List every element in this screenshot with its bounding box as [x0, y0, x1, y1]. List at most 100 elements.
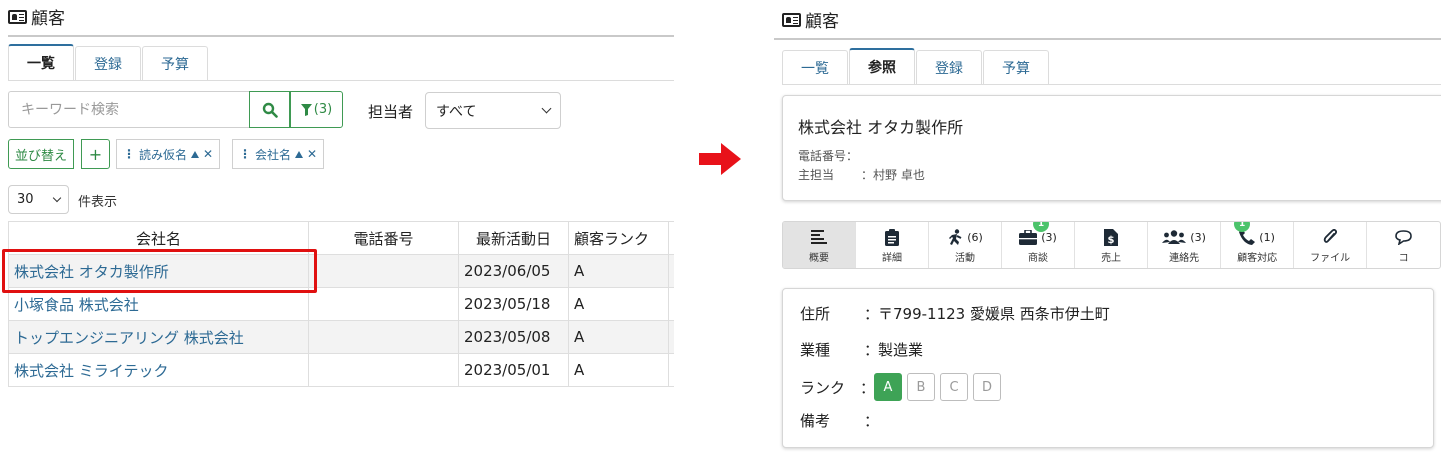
section-label: コ — [1398, 253, 1409, 264]
address-label: 住所 — [800, 305, 831, 323]
rank-option-a[interactable]: A — [874, 373, 902, 401]
page-title: 顧客 — [8, 4, 65, 29]
owner-label: 主担当 — [798, 168, 835, 182]
sort-chip-label: 読み仮名 — [139, 147, 188, 162]
chevron-down-icon — [541, 103, 552, 114]
sort-button[interactable]: 並び替え — [8, 139, 75, 169]
page-title-text: 顧客 — [31, 9, 65, 29]
section-activity[interactable]: (6) 活動 — [929, 222, 1003, 268]
page-title-text: 顧客 — [805, 12, 839, 32]
date-cell: 2023/05/18 — [458, 287, 569, 321]
tab-register[interactable]: 登録 — [916, 50, 982, 84]
colon: ： — [864, 412, 880, 430]
filter-icon — [300, 103, 312, 116]
owner-select-value: すべて — [436, 103, 477, 120]
rank-label: ランク — [800, 378, 846, 397]
table-row[interactable]: 株式会社 ミライテック 2023/05/01 A — [8, 353, 674, 387]
customer-table: 会社名 電話番号 最新活動日 顧客ランク 株式会社 オタカ製作所 2023/06… — [8, 221, 674, 387]
briefcase-icon — [1019, 229, 1038, 245]
section-contacts[interactable]: (3) 連絡先 — [1148, 222, 1222, 268]
drag-handle-icon[interactable]: ⋮ — [239, 147, 251, 161]
notes-row: 備考 ： — [800, 410, 880, 431]
arrow-head — [721, 143, 741, 175]
section-sales[interactable]: $ 売上 — [1075, 222, 1149, 268]
section-overview[interactable]: 概要 — [783, 222, 857, 268]
section-label: 概要 — [809, 253, 829, 264]
rank-cell: A — [568, 254, 669, 288]
colon: ： — [864, 341, 880, 359]
section-label: 詳細 — [882, 253, 903, 264]
company-link[interactable]: トップエンジニアリング 株式会社 — [8, 320, 309, 354]
drag-handle-icon[interactable]: ⋮ — [123, 147, 135, 161]
tab-bar: 一覧 登録 予算 — [8, 44, 209, 80]
page-size-select[interactable]: 30 — [8, 185, 69, 214]
page-size-value: 30 — [17, 192, 34, 207]
phone-cell — [308, 254, 459, 288]
section-deals[interactable]: 1 (3) 商談 — [1002, 222, 1076, 268]
sort-chip-reading[interactable]: ⋮ 読み仮名 ✕ — [116, 139, 221, 169]
rank-option-b[interactable]: B — [907, 373, 935, 401]
highlight-box — [2, 249, 317, 293]
section-files[interactable]: ファイル — [1294, 222, 1368, 268]
rank-option-d[interactable]: D — [973, 373, 1001, 401]
search-icon — [262, 102, 278, 118]
contact-card-icon — [8, 9, 27, 24]
customer-table-wrap: 会社名 電話番号 最新活動日 顧客ランク 株式会社 オタカ製作所 2023/06… — [8, 221, 674, 387]
address-value: 〒799-1123 愛媛県 西条市伊土町 — [878, 305, 1110, 323]
support-count: (1) — [1259, 230, 1275, 244]
users-icon — [1162, 229, 1187, 244]
contacts-count: (3) — [1190, 230, 1206, 244]
rank-option-c[interactable]: C — [940, 373, 968, 401]
rank-cell: A — [568, 287, 669, 321]
sort-chip-label: 会社名 — [255, 147, 292, 162]
section-comments[interactable]: コ — [1367, 222, 1440, 268]
search-button[interactable] — [249, 91, 290, 128]
deals-count: (3) — [1041, 230, 1057, 244]
phone-cell — [308, 287, 459, 321]
section-label: 連絡先 — [1169, 253, 1200, 264]
section-label: ファイル — [1310, 253, 1351, 264]
page-title: 顧客 — [782, 7, 839, 32]
section-label: 商談 — [1028, 253, 1049, 264]
comment-icon — [1395, 229, 1412, 245]
section-details[interactable]: 詳細 — [856, 222, 930, 268]
keyword-search-input[interactable] — [8, 91, 249, 128]
tab-list[interactable]: 一覧 — [8, 44, 74, 80]
remove-sort-icon[interactable]: ✕ — [307, 147, 317, 161]
company-link[interactable]: 株式会社 ミライテック — [8, 353, 309, 387]
tabs-divider — [782, 84, 1441, 85]
chevron-down-icon — [52, 193, 62, 202]
table-row[interactable]: トップエンジニアリング 株式会社 2023/05/08 A — [8, 320, 674, 354]
tabs-divider — [8, 80, 674, 81]
colon: ： — [860, 378, 876, 397]
tab-bar: 一覧 参照 登録 予算 — [782, 48, 1050, 84]
notes-label: 備考 — [800, 412, 831, 430]
rank-cell: A — [568, 353, 669, 387]
column-header-phone[interactable]: 電話番号 — [308, 221, 459, 255]
remove-sort-icon[interactable]: ✕ — [203, 147, 213, 161]
column-header-rank[interactable]: 顧客ランク — [568, 221, 669, 255]
tab-budget[interactable]: 予算 — [142, 46, 208, 80]
date-cell: 2023/05/01 — [458, 353, 569, 387]
section-icon-bar: 概要 詳細 (6) 活動 1 (3) 商談 $ 売上 (3) 連絡先 1 (1)… — [782, 221, 1441, 269]
section-customer-support[interactable]: 1 (1) 顧客対応 — [1221, 222, 1295, 268]
rank-row: ランク ： A B C D — [800, 373, 1006, 401]
tab-list[interactable]: 一覧 — [782, 50, 848, 84]
tab-budget[interactable]: 予算 — [983, 50, 1049, 84]
contact-card-icon — [782, 12, 801, 27]
clipboard-icon — [885, 228, 900, 246]
section-label: 売上 — [1101, 253, 1122, 264]
sort-chip-company[interactable]: ⋮ 会社名 ✕ — [232, 139, 325, 169]
tab-view[interactable]: 参照 — [849, 48, 915, 84]
add-sort-button[interactable]: + — [81, 139, 110, 169]
date-cell: 2023/06/05 — [458, 254, 569, 288]
rank-cell: A — [568, 320, 669, 354]
list-icon — [811, 230, 827, 244]
column-header-latest-activity[interactable]: 最新活動日 — [458, 221, 569, 255]
company-summary-card: 株式会社 オタカ製作所 電話番号： 主担当 ：村野 卓也 — [782, 95, 1441, 201]
tab-register[interactable]: 登録 — [75, 46, 141, 80]
activity-count: (6) — [967, 230, 983, 244]
industry-value: 製造業 — [878, 341, 924, 359]
filter-button[interactable]: (3) — [290, 91, 343, 128]
owner-select[interactable]: すべて — [425, 92, 561, 129]
